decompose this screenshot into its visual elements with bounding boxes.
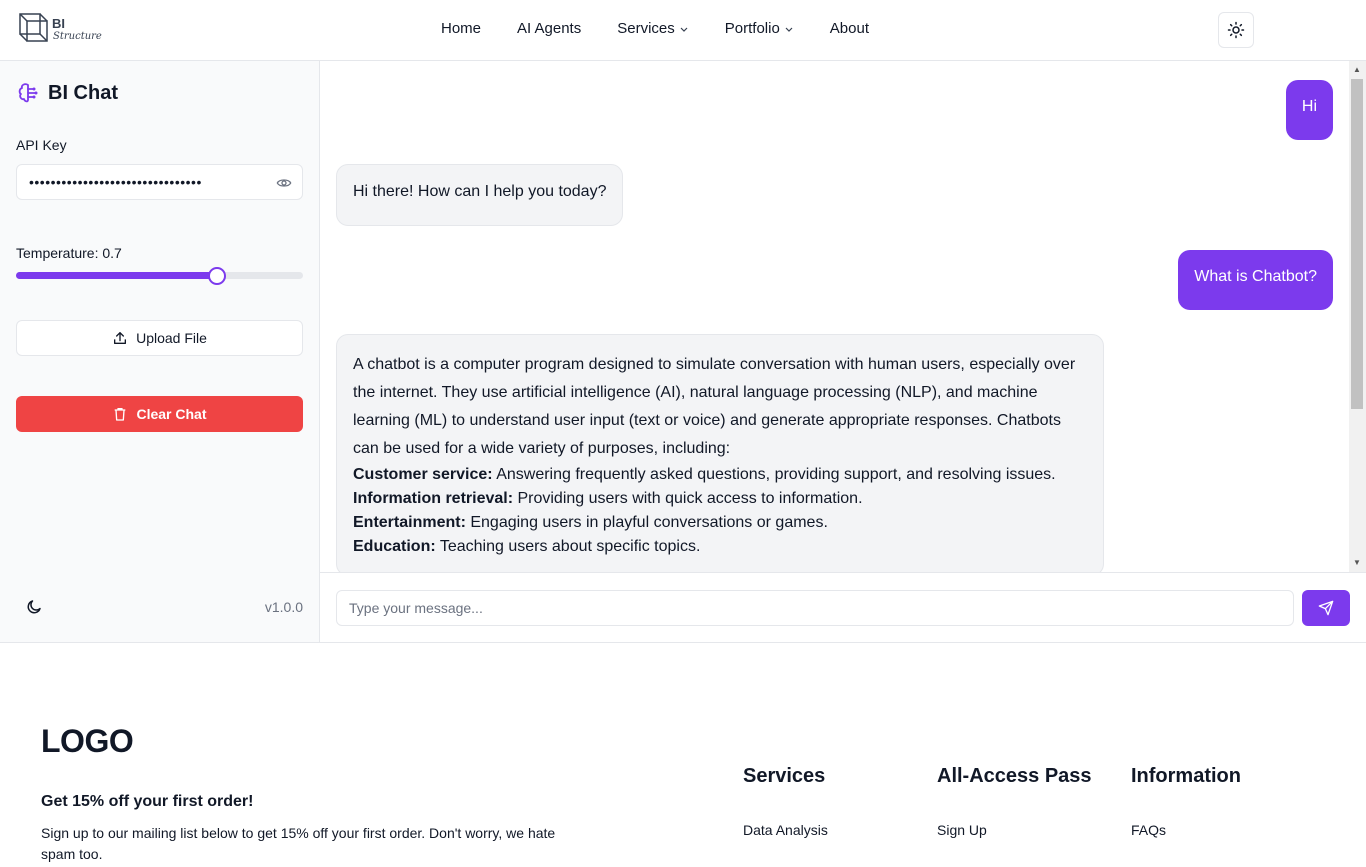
message-input[interactable]	[336, 590, 1294, 626]
nav-home[interactable]: Home	[441, 20, 481, 37]
app-version: v1.0.0	[264, 599, 303, 615]
scrollbar-thumb[interactable]	[1351, 79, 1363, 409]
clear-chat-button[interactable]: Clear Chat	[16, 396, 303, 432]
logo-text-structure: Structure	[53, 31, 102, 42]
footer-logo: LOGO	[41, 723, 134, 759]
list-item-term: Customer service:	[353, 466, 493, 483]
nav-ai-agents-label: AI Agents	[517, 20, 582, 37]
user-message: What is Chatbot?	[1178, 250, 1333, 310]
footer-link[interactable]: Data Analysis	[743, 822, 828, 838]
user-message: Hi	[1285, 80, 1333, 140]
bot-message: A chatbot is a computer program designed…	[336, 334, 1104, 572]
scroll-down-arrow[interactable]: ▼	[1353, 558, 1361, 567]
chat-settings-sidebar: BI Chat API Key ••••••••••••••••••••••••…	[0, 61, 320, 642]
footer-link[interactable]: FAQs	[1131, 822, 1241, 838]
list-item-term: Education:	[353, 538, 436, 555]
api-key-value: ••••••••••••••••••••••••••••••••	[29, 174, 202, 190]
brain-icon	[18, 83, 38, 103]
list-item-term: Information retrieval:	[353, 490, 514, 507]
moon-icon[interactable]	[25, 598, 43, 616]
footer-link[interactable]: Sign Up	[937, 822, 1092, 838]
slider-thumb[interactable]	[208, 267, 226, 285]
chevron-down-icon	[680, 27, 688, 32]
send-icon	[1318, 600, 1334, 616]
site-footer: LOGO Get 15% off your first order! Sign …	[0, 642, 1366, 867]
top-navbar: BI Structure Home AI Agents Services Por…	[0, 0, 1366, 61]
send-button[interactable]	[1302, 590, 1350, 626]
upload-file-button[interactable]: Upload File	[16, 320, 303, 356]
eye-icon[interactable]	[276, 175, 292, 191]
list-item: Information retrieval: Providing users w…	[353, 487, 1087, 511]
nav-ai-agents[interactable]: AI Agents	[517, 20, 581, 37]
api-key-field[interactable]: ••••••••••••••••••••••••••••••••	[16, 164, 303, 200]
nav-links: Home AI Agents Services Portfolio About	[441, 20, 905, 37]
list-item: Education: Teaching users about specific…	[353, 535, 1087, 559]
footer-column-title: Information	[1131, 765, 1241, 787]
cube-logo-icon	[19, 13, 48, 42]
nav-about[interactable]: About	[830, 20, 869, 37]
sidebar-brand: BI Chat	[16, 81, 118, 105]
list-item: Entertainment: Engaging users in playful…	[353, 511, 1087, 535]
trash-icon	[115, 408, 126, 421]
temperature-label: Temperature: 0.7	[16, 245, 122, 261]
nav-home-label: Home	[441, 20, 482, 37]
clear-chat-label: Clear Chat	[136, 406, 207, 422]
api-key-label: API Key	[16, 137, 67, 153]
nav-about-label: About	[829, 20, 869, 37]
chat-messages-area: Hi Hi there! How can I help you today? W…	[320, 61, 1366, 572]
nav-portfolio-label: Portfolio	[724, 20, 780, 37]
list-item-desc: Engaging users in playful conversations …	[465, 514, 828, 531]
list-item-desc: Teaching users about specific topics.	[435, 538, 701, 555]
bot-message-list: Customer service: Answering frequently a…	[353, 463, 1087, 559]
message-input-bar	[320, 572, 1366, 642]
upload-icon	[114, 332, 127, 344]
sidebar-title: BI Chat	[48, 81, 118, 104]
slider-fill	[16, 272, 217, 279]
site-logo[interactable]: BI Structure	[18, 12, 102, 48]
list-item-desc: Providing users with quick access to inf…	[513, 490, 863, 507]
list-item-desc: Answering frequently asked questions, pr…	[492, 466, 1056, 483]
footer-column-services: Services Data Analysis	[743, 765, 828, 838]
nav-services-label: Services	[617, 20, 675, 37]
footer-column-information: Information FAQs	[1131, 765, 1241, 838]
footer-column-title: Services	[743, 765, 826, 787]
temperature-slider[interactable]	[16, 267, 303, 285]
footer-column-title: All-Access Pass	[937, 765, 1092, 787]
footer-column-all-access: All-Access Pass Sign Up	[937, 765, 1092, 838]
scroll-up-arrow[interactable]: ▲	[1353, 65, 1361, 74]
sun-icon	[1227, 21, 1245, 39]
nav-portfolio[interactable]: Portfolio	[725, 20, 794, 37]
footer-offer-title: Get 15% off your first order!	[41, 793, 254, 810]
chevron-down-icon	[785, 27, 793, 32]
list-item: Customer service: Answering frequently a…	[353, 463, 1087, 487]
chat-scrollbar[interactable]: ▲ ▼	[1349, 61, 1366, 572]
theme-toggle-button[interactable]	[1218, 12, 1254, 48]
footer-offer-description: Sign up to our mailing list below to get…	[41, 825, 556, 862]
bot-message: Hi there! How can I help you today?	[336, 164, 624, 226]
upload-file-label: Upload File	[136, 330, 207, 346]
bot-message-intro: A chatbot is a computer program designed…	[353, 356, 1076, 457]
nav-services[interactable]: Services	[617, 20, 689, 37]
logo-text-bi: BI	[52, 16, 65, 31]
list-item-term: Entertainment:	[353, 514, 466, 531]
